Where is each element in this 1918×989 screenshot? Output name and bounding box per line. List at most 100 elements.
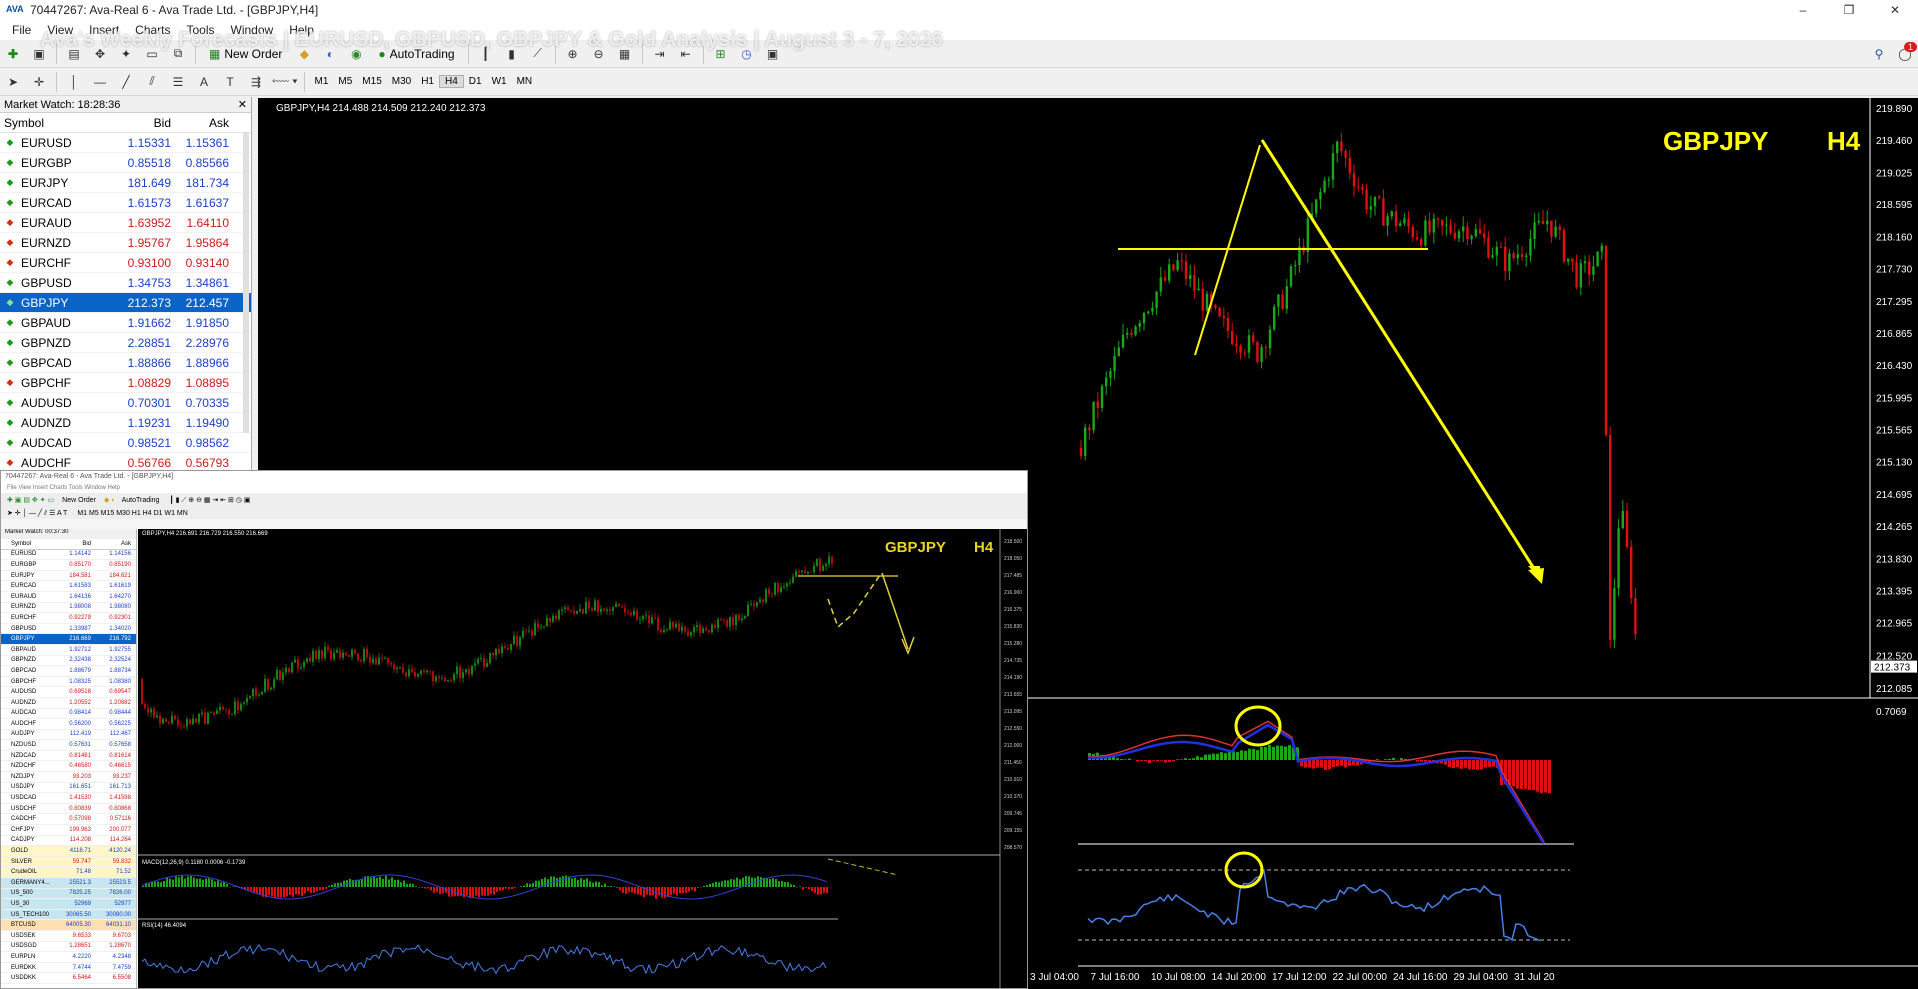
inset-mw-row: USDJPY 161.651 161.713 bbox=[1, 783, 136, 794]
ask-price: 0.93140 bbox=[185, 255, 229, 270]
fibonacci-icon[interactable]: ☰ bbox=[167, 71, 189, 93]
candle-body bbox=[1449, 224, 1452, 233]
inset-candle-body bbox=[462, 672, 464, 679]
inset-candle-body bbox=[354, 649, 356, 654]
ask-price: 1.64110 bbox=[186, 215, 230, 230]
macd-histogram-bar bbox=[1284, 746, 1287, 760]
macd-histogram-bar bbox=[1544, 760, 1547, 793]
text-label-icon[interactable]: T bbox=[219, 71, 241, 93]
inset-macd-bar bbox=[307, 887, 309, 892]
market-watch-row[interactable]: ◆ GBPUSD 1.34753 1.34861 bbox=[0, 273, 251, 293]
tf-m30[interactable]: M30 bbox=[387, 76, 416, 87]
close-button[interactable]: ✕ bbox=[1872, 0, 1918, 20]
tf-w1[interactable]: W1 bbox=[487, 76, 512, 87]
macd-histogram-bar bbox=[1344, 760, 1347, 768]
inset-candle-body bbox=[561, 609, 563, 611]
inset-macd-bar bbox=[826, 887, 828, 894]
inset-candle-body bbox=[210, 712, 212, 713]
inset-candle-body bbox=[567, 607, 569, 611]
inset-macd-bar bbox=[478, 887, 480, 898]
inset-macd-bar bbox=[823, 887, 825, 893]
inset-candle-body bbox=[618, 603, 620, 607]
price-direction-icon: ◆ bbox=[6, 457, 14, 467]
candle-body bbox=[1588, 261, 1591, 275]
market-watch-row[interactable]: ◆ AUDNZD 1.19231 1.19490 bbox=[0, 413, 251, 433]
menu-file[interactable]: File bbox=[4, 23, 39, 37]
candle-body bbox=[1189, 274, 1192, 279]
market-watch-row[interactable]: ◆ EURCAD 1.61573 1.61637 bbox=[0, 193, 251, 213]
close-icon[interactable]: ✕ bbox=[238, 98, 247, 111]
tf-mn[interactable]: MN bbox=[512, 76, 538, 87]
notifications-button[interactable]: ◯ 1 bbox=[1894, 41, 1917, 65]
inset-macd-bar bbox=[619, 887, 621, 891]
inset-candle-body bbox=[291, 662, 293, 673]
new-chart-icon[interactable]: ✚ bbox=[2, 43, 24, 65]
inset-mw-row: GBPCAD 1.88679 1.88734 bbox=[1, 666, 136, 677]
inset-candle-body bbox=[585, 601, 587, 614]
market-watch-row[interactable]: ◆ EURJPY 181.649 181.734 bbox=[0, 173, 251, 193]
inset-candle-body bbox=[438, 676, 440, 679]
text-icon[interactable]: A bbox=[193, 71, 215, 93]
inset-macd-bar bbox=[502, 887, 504, 891]
col-bid[interactable]: Bid bbox=[118, 116, 171, 130]
time-tick-label: 29 Jul 04:00 bbox=[1454, 972, 1509, 983]
tf-m5[interactable]: M5 bbox=[333, 76, 357, 87]
tf-d1[interactable]: D1 bbox=[464, 76, 487, 87]
col-symbol[interactable]: Symbol bbox=[0, 116, 118, 130]
arrows-icon[interactable]: ⇶ bbox=[245, 71, 267, 93]
inset-candle-body bbox=[684, 626, 686, 632]
symbol-name: AUDUSD bbox=[21, 395, 72, 410]
macd-histogram-bar bbox=[1288, 745, 1291, 760]
cursor-icon[interactable]: ➤ bbox=[2, 71, 24, 93]
crosshair-icon[interactable]: ✛ bbox=[28, 71, 50, 93]
shapes-dropdown-icon[interactable]: ⬳ ▾ bbox=[271, 71, 298, 93]
inset-candle-body bbox=[327, 646, 329, 650]
inset-candle-body bbox=[777, 582, 779, 593]
market-watch-row[interactable]: ◆ EURGBP 0.85518 0.85566 bbox=[0, 153, 251, 173]
inset-candle-body bbox=[315, 650, 317, 660]
market-watch-row[interactable]: ◆ GBPCHF 1.08829 1.08895 bbox=[0, 373, 251, 393]
candle-body bbox=[1504, 246, 1507, 272]
tf-h1[interactable]: H1 bbox=[416, 76, 439, 87]
maximize-button[interactable]: ❐ bbox=[1826, 0, 1872, 20]
market-watch-row[interactable]: ◆ GBPCAD 1.88866 1.88966 bbox=[0, 353, 251, 373]
market-watch-row[interactable]: ◆ EURAUD 1.63952 1.64110 bbox=[0, 213, 251, 233]
market-watch-rows: ◆ EURUSD 1.15331 1.15361 ◆ EURGBP 0.85518 0.855… bbox=[0, 133, 251, 470]
market-watch-row[interactable]: ◆ EURNZD 1.95767 1.95864 bbox=[0, 233, 251, 253]
market-watch-row[interactable]: ◆ EURUSD 1.15331 1.15361 bbox=[0, 133, 251, 153]
col-ask[interactable]: Ask bbox=[171, 116, 231, 130]
horizontal-line-icon[interactable]: — bbox=[89, 71, 111, 93]
inset-candle-body bbox=[615, 603, 617, 608]
market-watch-row[interactable]: ◆ AUDCAD 0.98521 0.98562 bbox=[0, 433, 251, 453]
tf-h4[interactable]: H4 bbox=[439, 75, 464, 88]
market-watch-row[interactable]: ◆ GBPNZD 2.28851 2.28976 bbox=[0, 333, 251, 353]
macd-histogram-bar bbox=[1200, 757, 1203, 760]
inset-mw-row: US_500 7825.25 7826.00 bbox=[1, 888, 136, 900]
inset-candle-body bbox=[549, 617, 551, 622]
market-watch-row[interactable]: ◆ EURCHF 0.93100 0.93140 bbox=[0, 253, 251, 273]
minimize-button[interactable]: – bbox=[1780, 0, 1826, 20]
candle-body bbox=[1113, 356, 1116, 372]
inset-macd-bar bbox=[670, 887, 672, 896]
bid-price: 1.61573 bbox=[127, 195, 171, 210]
market-watch-scrollbar[interactable] bbox=[243, 133, 249, 433]
inset-macd-bar bbox=[496, 887, 498, 892]
market-watch-row[interactable]: ◆ AUDUSD 0.70301 0.70335 bbox=[0, 393, 251, 413]
vertical-line-icon[interactable]: │ bbox=[63, 71, 85, 93]
market-watch-row[interactable]: ◆ GBPAUD 1.91662 1.91850 bbox=[0, 313, 251, 333]
candle-body bbox=[1130, 332, 1133, 335]
channel-icon[interactable]: ⫽ bbox=[141, 71, 163, 93]
trendline-icon[interactable]: ╱ bbox=[115, 71, 137, 93]
macd-histogram-bar bbox=[1280, 745, 1283, 760]
price-tick-label: 216.865 bbox=[1876, 329, 1913, 340]
tf-m15[interactable]: M15 bbox=[357, 76, 386, 87]
market-watch-row[interactable]: ◆ GBPJPY 212.373 212.457 bbox=[0, 293, 251, 313]
market-watch-row[interactable]: ◆ AUDCHF 0.56766 0.56793 bbox=[0, 453, 251, 470]
inset-macd-bar bbox=[559, 877, 561, 887]
inset-rsi-info: RSI(14) 46.4094 bbox=[142, 923, 187, 929]
tf-m1[interactable]: M1 bbox=[309, 76, 333, 87]
macd-histogram-bar bbox=[1192, 758, 1195, 760]
inset-candle-body bbox=[660, 630, 662, 633]
inset-mw-row: BTCUSD 64005.30 64031.10 bbox=[1, 920, 136, 931]
search-icon[interactable]: ⚲ bbox=[1868, 43, 1890, 65]
